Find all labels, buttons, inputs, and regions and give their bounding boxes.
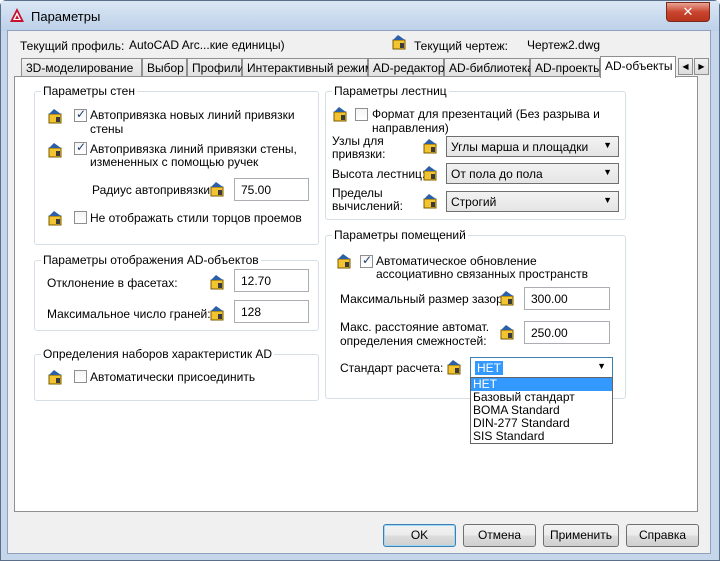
apply-button[interactable]: Применить — [543, 524, 619, 547]
tab-profiles[interactable]: Профили — [187, 58, 244, 77]
tab-ad-projects[interactable]: AD-проекты — [530, 58, 602, 77]
calc-standard-select-value: НЕТ — [475, 361, 503, 375]
snap-nodes-select-value: Углы марша и площадки — [451, 140, 589, 154]
wall-params-title: Параметры стен — [41, 84, 137, 98]
drawing-icon — [48, 211, 62, 226]
drawing-icon — [447, 360, 461, 375]
tab-ad-objects[interactable]: AD-объекты — [600, 56, 676, 78]
drawing-icon — [210, 306, 224, 321]
max-gap-input[interactable]: 300.00 — [524, 287, 610, 310]
current-profile-label: Текущий профиль: — [20, 39, 125, 53]
tab-ad-library[interactable]: AD-библиотека — [444, 58, 534, 77]
chevron-down-icon: ▼ — [603, 167, 612, 177]
max-faces-label: Максимальное число граней: — [47, 307, 211, 321]
chevron-down-icon: ▼ — [603, 140, 612, 150]
drawing-icon — [392, 35, 406, 50]
hide-opening-styles-label: Не отображать стили торцов проемов — [90, 211, 302, 225]
presentation-format-checkbox[interactable] — [355, 108, 368, 121]
presentation-format-label-cont: направления) — [372, 121, 449, 135]
drawing-icon — [500, 291, 514, 306]
snap-new-lines-label-cont: стены — [90, 122, 124, 136]
propsets-title: Определения наборов характеристик AD — [41, 347, 275, 361]
autocad-logo-icon — [10, 8, 24, 22]
drawing-icon — [423, 166, 437, 181]
drawing-icon — [48, 143, 62, 158]
tab-ad-editor[interactable]: AD-редактор — [368, 58, 445, 77]
space-params-title: Параметры помещений — [332, 228, 468, 242]
stair-params-title: Параметры лестниц — [332, 84, 449, 98]
calc-limits-label-cont: вычислений: — [332, 199, 403, 213]
stair-height-label: Высота лестниц: — [332, 167, 426, 181]
drawing-icon — [337, 254, 351, 269]
snap-radius-input[interactable]: 75.00 — [234, 178, 309, 201]
current-profile-value: AutoCAD Arc...кие единицы) — [129, 38, 285, 52]
snap-new-lines-checkbox[interactable] — [74, 107, 87, 122]
arrow-left-icon: ◀ — [682, 62, 689, 71]
calc-standard-select[interactable]: НЕТ ▼ — [470, 357, 613, 378]
auto-update-label: Автоматическое обновление — [376, 254, 537, 268]
help-button[interactable]: Справка — [626, 524, 699, 547]
auto-attach-checkbox[interactable] — [74, 370, 87, 383]
dropdown-option-sis-standard[interactable]: SIS Standard — [471, 430, 612, 443]
auto-update-checkbox[interactable] — [360, 253, 373, 268]
stair-height-select-value: От пола до пола — [451, 167, 543, 181]
facet-deviation-input[interactable]: 12.70 — [234, 269, 309, 292]
auto-update-label-cont: ассоциативно связанных пространств — [376, 267, 588, 281]
calc-limits-select[interactable]: Строгий ▼ — [446, 191, 619, 212]
max-faces-input[interactable]: 128 — [234, 300, 309, 323]
facet-deviation-label: Отклонение в фасетах: — [47, 276, 178, 290]
drawing-icon — [423, 194, 437, 209]
max-adjacency-input[interactable]: 250.00 — [524, 321, 610, 344]
calc-limits-select-value: Строгий — [451, 195, 497, 209]
cancel-button[interactable]: Отмена — [463, 524, 536, 547]
calc-standard-label: Стандарт расчета: — [340, 361, 444, 375]
stair-height-select[interactable]: От пола до пола ▼ — [446, 163, 619, 184]
snap-radius-label: Радиус автопривязки: — [92, 183, 214, 197]
presentation-format-label: Формат для презентаций (Без разрыва и — [372, 107, 600, 121]
current-drawing-value: Чертеж2.dwg — [527, 38, 601, 52]
tab-interactive-mode[interactable]: Интерактивный режим — [242, 58, 373, 77]
drawing-icon — [423, 139, 437, 154]
tab-strip: 3D-моделирование Выбор Профили Интеракти… — [14, 56, 709, 78]
calc-limits-label: Пределы — [332, 186, 383, 200]
close-button[interactable]: ✕ — [666, 2, 710, 22]
tab-3d-modeling[interactable]: 3D-моделирование — [21, 58, 142, 77]
drawing-icon — [500, 325, 514, 340]
chevron-down-icon: ▼ — [597, 361, 606, 371]
max-adjacency-label-cont: определения смежностей: — [340, 334, 487, 348]
chevron-down-icon: ▼ — [603, 195, 612, 205]
ok-button[interactable]: OK — [383, 524, 456, 547]
snap-nodes-select[interactable]: Углы марша и площадки ▼ — [446, 136, 619, 157]
snap-changed-lines-label-cont: измененных с помощью ручек — [90, 155, 259, 169]
max-adjacency-label: Макс. расстояние автомат. — [340, 320, 490, 334]
snap-nodes-label: Узлы для — [332, 134, 384, 148]
drawing-icon — [48, 109, 62, 124]
snap-new-lines-label: Автопривязка новых линий привязки — [90, 108, 295, 122]
calc-standard-dropdown-list: НЕТ Базовый стандарт BOMA Standard DIN-2… — [470, 377, 613, 444]
snap-nodes-label-cont: привязки: — [332, 147, 386, 161]
auto-attach-label: Автоматически присоединить — [90, 370, 256, 384]
arrow-right-icon: ▶ — [698, 62, 705, 71]
drawing-icon — [48, 370, 62, 385]
drawing-icon — [210, 182, 224, 197]
tab-scroll-right-button[interactable]: ▶ — [694, 58, 709, 75]
drawing-icon — [210, 275, 224, 290]
snap-changed-lines-label: Автопривязка линий привязки стены, — [90, 142, 297, 156]
drawing-icon — [333, 107, 347, 122]
tab-selection[interactable]: Выбор — [142, 58, 187, 77]
snap-changed-lines-checkbox[interactable] — [74, 140, 87, 155]
max-gap-label: Максимальный размер зазора: — [340, 292, 513, 306]
tab-scroll-left-button[interactable]: ◀ — [678, 58, 693, 75]
current-drawing-label: Текущий чертеж: — [414, 39, 508, 53]
window-title: Параметры — [31, 9, 101, 24]
display-params-title: Параметры отображения AD-объектов — [41, 253, 261, 267]
title-bar[interactable]: Параметры — [1, 1, 719, 31]
hide-opening-styles-checkbox[interactable] — [74, 211, 87, 224]
